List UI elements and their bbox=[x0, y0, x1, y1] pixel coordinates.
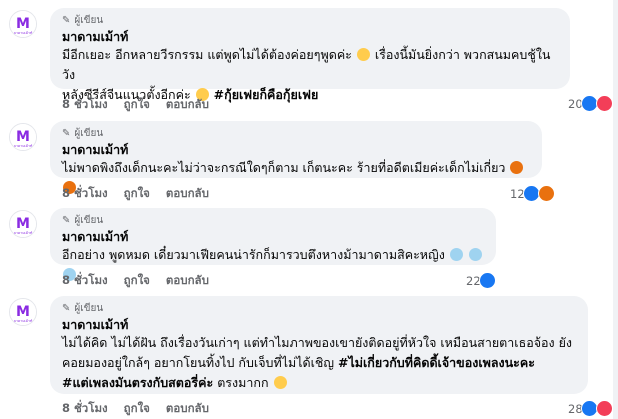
avatar[interactable]: M มาดามเม้าท์ bbox=[9, 298, 37, 326]
timestamp[interactable]: 8 ชั่วโมง bbox=[62, 400, 108, 418]
avatar[interactable]: M มาดามเม้าท์ bbox=[9, 210, 37, 238]
avatar[interactable]: M มาดามเม้าท์ bbox=[9, 10, 37, 38]
author-role: ผู้เขียน bbox=[74, 127, 104, 139]
comment-text: ไม่ได้คิด ไม่ได้ฝัน ถึงเรื่องวันเก่าๆ แต… bbox=[62, 335, 573, 390]
timestamp[interactable]: 8 ชั่วโมง bbox=[62, 272, 108, 290]
author-role: ผู้เขียน bbox=[74, 214, 104, 226]
timestamp[interactable]: 8 ชั่วโมง bbox=[62, 185, 108, 203]
reply-button[interactable]: ตอบกลับ bbox=[166, 96, 209, 114]
avatar[interactable]: M มาดามเม้าท์ bbox=[9, 123, 37, 151]
svg-text:M: M bbox=[16, 304, 30, 320]
comment-bubble: ✎ ผู้เขียน มาดามเม้าท์ มีอีกเยอะ อีกหลาย… bbox=[50, 8, 570, 102]
comment-actions: 8 ชั่วโมง ถูกใจ ตอบกลับ bbox=[62, 400, 209, 418]
hashtag-link[interactable]: #ไม่เกี่ยวกับที่คิดดี้เจ้าของเพลงนะคะ bbox=[338, 355, 535, 370]
grin-emoji-icon bbox=[356, 48, 370, 61]
reaction-summary[interactable]: 28 bbox=[568, 400, 613, 417]
author-badge: ✎ ผู้เขียน bbox=[62, 126, 530, 140]
comment-actions: 8 ชั่วโมง ถูกใจ ตอบกลับ bbox=[62, 96, 209, 114]
reply-button[interactable]: ตอบกลับ bbox=[166, 185, 209, 203]
comment-bubble: ✎ ผู้เขียน มาดามเม้าท์ ไม่พาดพิงถึงเด็กน… bbox=[50, 121, 542, 194]
brand-logo-icon: M มาดามเม้าท์ bbox=[10, 299, 36, 325]
reply-button[interactable]: ตอบกลับ bbox=[166, 272, 209, 290]
svg-text:M: M bbox=[16, 129, 30, 145]
crying-emoji-icon bbox=[468, 248, 482, 261]
laugh-emoji-icon bbox=[273, 376, 287, 389]
comment-bubble: ✎ ผู้เขียน มาดามเม้าท์ ไม่ได้คิด ไม่ได้ฝ… bbox=[50, 296, 588, 394]
love-reaction-icon bbox=[595, 95, 613, 112]
author-role: ผู้เขียน bbox=[74, 14, 104, 26]
svg-text:มาดามเม้าท์: มาดามเม้าท์ bbox=[14, 31, 33, 35]
brand-logo-icon: M มาดามเม้าท์ bbox=[10, 211, 36, 237]
reply-button[interactable]: ตอบกลับ bbox=[166, 400, 209, 418]
like-button[interactable]: ถูกใจ bbox=[124, 96, 150, 114]
commenter-name[interactable]: มาดามเม้าท์ bbox=[62, 316, 576, 333]
love-reaction-icon bbox=[595, 400, 613, 417]
reaction-summary[interactable]: 12 bbox=[510, 185, 555, 202]
comment-actions: 8 ชั่วโมง ถูกใจ ตอบกลับ bbox=[62, 272, 209, 290]
svg-text:มาดามเม้าท์: มาดามเม้าท์ bbox=[14, 231, 33, 235]
author-badge: ✎ ผู้เขียน bbox=[62, 13, 558, 27]
timestamp[interactable]: 8 ชั่วโมง bbox=[62, 96, 108, 114]
reaction-summary[interactable]: 22 bbox=[466, 272, 496, 289]
like-button[interactable]: ถูกใจ bbox=[124, 185, 150, 203]
svg-text:M: M bbox=[16, 16, 30, 32]
commenter-name[interactable]: มาดามเม้าท์ bbox=[62, 28, 558, 45]
brand-logo-icon: M มาดามเม้าท์ bbox=[10, 11, 36, 37]
author-badge: ✎ ผู้เขียน bbox=[62, 213, 484, 227]
svg-text:M: M bbox=[16, 216, 30, 232]
author-badge: ✎ ผู้เขียน bbox=[62, 301, 576, 315]
pen-icon: ✎ bbox=[62, 127, 71, 139]
svg-text:มาดามเม้าท์: มาดามเม้าท์ bbox=[14, 319, 33, 323]
scrollbar-track[interactable] bbox=[613, 0, 618, 419]
like-reaction-icon bbox=[478, 272, 496, 289]
crying-emoji-icon bbox=[449, 248, 463, 261]
commenter-name[interactable]: มาดามเม้าท์ bbox=[62, 141, 530, 158]
pen-icon: ✎ bbox=[62, 302, 71, 314]
hashtag-link[interactable]: #แต่เพลงมันตรงกับสตอรี่ค่ะ bbox=[62, 375, 213, 390]
angry-emoji-icon bbox=[510, 161, 524, 174]
hashtag-link[interactable]: #กุ้ยเฟยก็คือกุ้ยเฟย bbox=[214, 87, 319, 102]
commenter-name[interactable]: มาดามเม้าท์ bbox=[62, 228, 484, 245]
reaction-summary[interactable]: 20 bbox=[568, 95, 613, 112]
pen-icon: ✎ bbox=[62, 14, 71, 26]
brand-logo-icon: M มาดามเม้าท์ bbox=[10, 124, 36, 150]
like-button[interactable]: ถูกใจ bbox=[124, 272, 150, 290]
angry-reaction-icon bbox=[537, 185, 555, 202]
pen-icon: ✎ bbox=[62, 214, 71, 226]
comment-actions: 8 ชั่วโมง ถูกใจ ตอบกลับ bbox=[62, 185, 209, 203]
svg-text:มาดามเม้าท์: มาดามเม้าท์ bbox=[14, 144, 33, 148]
comment-bubble: ✎ ผู้เขียน มาดามเม้าท์ อีกอย่าง พูดหมด เ… bbox=[50, 208, 496, 281]
like-button[interactable]: ถูกใจ bbox=[124, 400, 150, 418]
author-role: ผู้เขียน bbox=[74, 302, 104, 314]
